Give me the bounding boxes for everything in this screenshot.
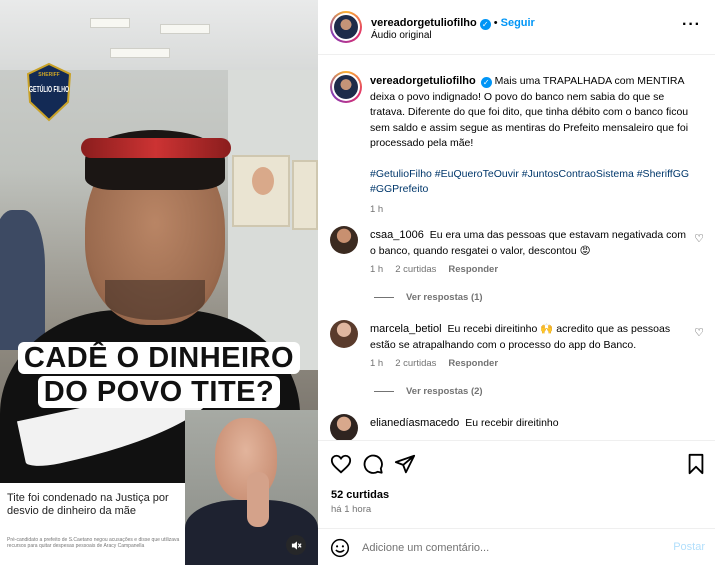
person-face <box>75 130 235 340</box>
avatar[interactable] <box>330 11 362 43</box>
comment-meta: 1 h 2 curtidas Responder <box>370 358 510 369</box>
comment-bar: Postar <box>318 528 715 565</box>
header-user-line: vereadorgetuliofilho ✓ • Seguir <box>371 13 535 31</box>
ceiling <box>0 0 318 70</box>
comment-meta: 1 h 2 curtidas Responder <box>370 264 510 275</box>
bank-poster <box>292 160 318 230</box>
ceiling-light <box>90 18 130 28</box>
post-time: 1 h <box>370 203 384 215</box>
post-age: há 1 hora <box>331 504 372 515</box>
post-actions: 52 curtidas há 1 hora <box>318 440 715 525</box>
emoji-icon[interactable] <box>330 538 350 558</box>
comment-like-icon[interactable]: ♡ <box>694 232 704 245</box>
verified-icon: ✓ <box>479 19 491 30</box>
caption-username[interactable]: vereadorgetuliofilho <box>370 75 476 87</box>
sheriff-logo: SHERIFF GETÚLIO FILHO <box>26 62 72 122</box>
post-header: vereadorgetuliofilho ✓ • Seguir Áudio origi… <box>318 0 715 55</box>
logo-main-text: GETÚLIO FILHO <box>29 83 69 94</box>
comment-username[interactable]: marcela_betiol <box>370 323 442 335</box>
more-options-icon[interactable]: ··· <box>682 16 701 34</box>
separator-dot: • <box>493 17 498 29</box>
mute-icon <box>291 540 302 550</box>
comment-likes[interactable]: 2 curtidas <box>395 264 436 275</box>
video-caption-line2: DO POVO TITE? <box>0 376 318 409</box>
comment-likes[interactable]: 2 curtidas <box>395 358 436 369</box>
comment-text-block: marcela_betiol Eu recebi direitinho 🙌 ac… <box>370 322 690 353</box>
ceiling-light <box>110 48 170 58</box>
heart-icon[interactable] <box>330 453 352 475</box>
comment-avatar[interactable] <box>330 226 358 254</box>
logo-top-text: SHERIFF <box>38 72 59 78</box>
reply-button[interactable]: Responder <box>448 264 498 275</box>
comment-input[interactable] <box>362 537 662 559</box>
post-caption: vereadorgetuliofilho ✓ Mais uma TRAPALHAD… <box>370 74 700 217</box>
comments-scroll[interactable]: vereadorgetuliofilho ✓ Mais uma TRAPALHAD… <box>318 56 715 440</box>
view-replies-button[interactable]: Ver respostas (2) <box>374 386 483 397</box>
background-person <box>0 210 45 350</box>
header-username[interactable]: vereadorgetuliofilho <box>371 17 477 29</box>
reply-button[interactable]: Responder <box>448 358 498 369</box>
sunglasses-icon <box>81 138 231 158</box>
bookmark-icon[interactable] <box>685 453 707 475</box>
comment-avatar[interactable] <box>330 414 358 440</box>
post-panel: vereadorgetuliofilho ✓ • Seguir Áudio origi… <box>318 0 715 565</box>
video-caption-line1: CADÊ O DINHEIRO <box>0 342 318 375</box>
comment-avatar[interactable] <box>330 320 358 348</box>
comment-text-block: elianedíasmacedo Eu recebir direitinho <box>370 416 690 432</box>
comment-time: 1 h <box>370 264 384 275</box>
comment-username[interactable]: elianedíasmacedo <box>370 417 459 429</box>
audio-subtitle[interactable]: Áudio original <box>371 30 432 41</box>
comment-time: 1 h <box>370 358 384 369</box>
bank-poster <box>232 155 290 227</box>
hashtags[interactable]: #GetulioFilho #EuQueroTeOuvir #JuntosCon… <box>370 167 700 198</box>
share-icon[interactable] <box>394 453 416 475</box>
comment-text: Eu recebir direitinho <box>465 417 559 429</box>
news-title: Tite foi condenado na Justiça por desvio… <box>7 492 169 517</box>
follow-button[interactable]: Seguir <box>501 17 535 29</box>
comment-like-icon[interactable]: ♡ <box>694 326 704 339</box>
mute-button[interactable] <box>286 535 306 555</box>
news-body: Pré-candidato a prefeito de S.Caetano ne… <box>7 537 180 549</box>
likes-count[interactable]: 52 curtidas <box>331 489 389 501</box>
comment-icon[interactable] <box>362 453 384 475</box>
comment-username[interactable]: csaa_1006 <box>370 229 424 241</box>
comment-text-block: csaa_1006 Eu era uma das pessoas que est… <box>370 228 690 259</box>
avatar[interactable] <box>330 71 362 103</box>
view-replies-button[interactable]: Ver respostas (1) <box>374 292 483 303</box>
video-player[interactable]: SHERIFF GETÚLIO FILHO CADÊ O DINHEIRO DO… <box>0 0 318 565</box>
verified-icon: ✓ <box>480 77 492 88</box>
post-comment-button[interactable]: Postar <box>673 541 705 553</box>
ceiling-light <box>160 24 210 34</box>
